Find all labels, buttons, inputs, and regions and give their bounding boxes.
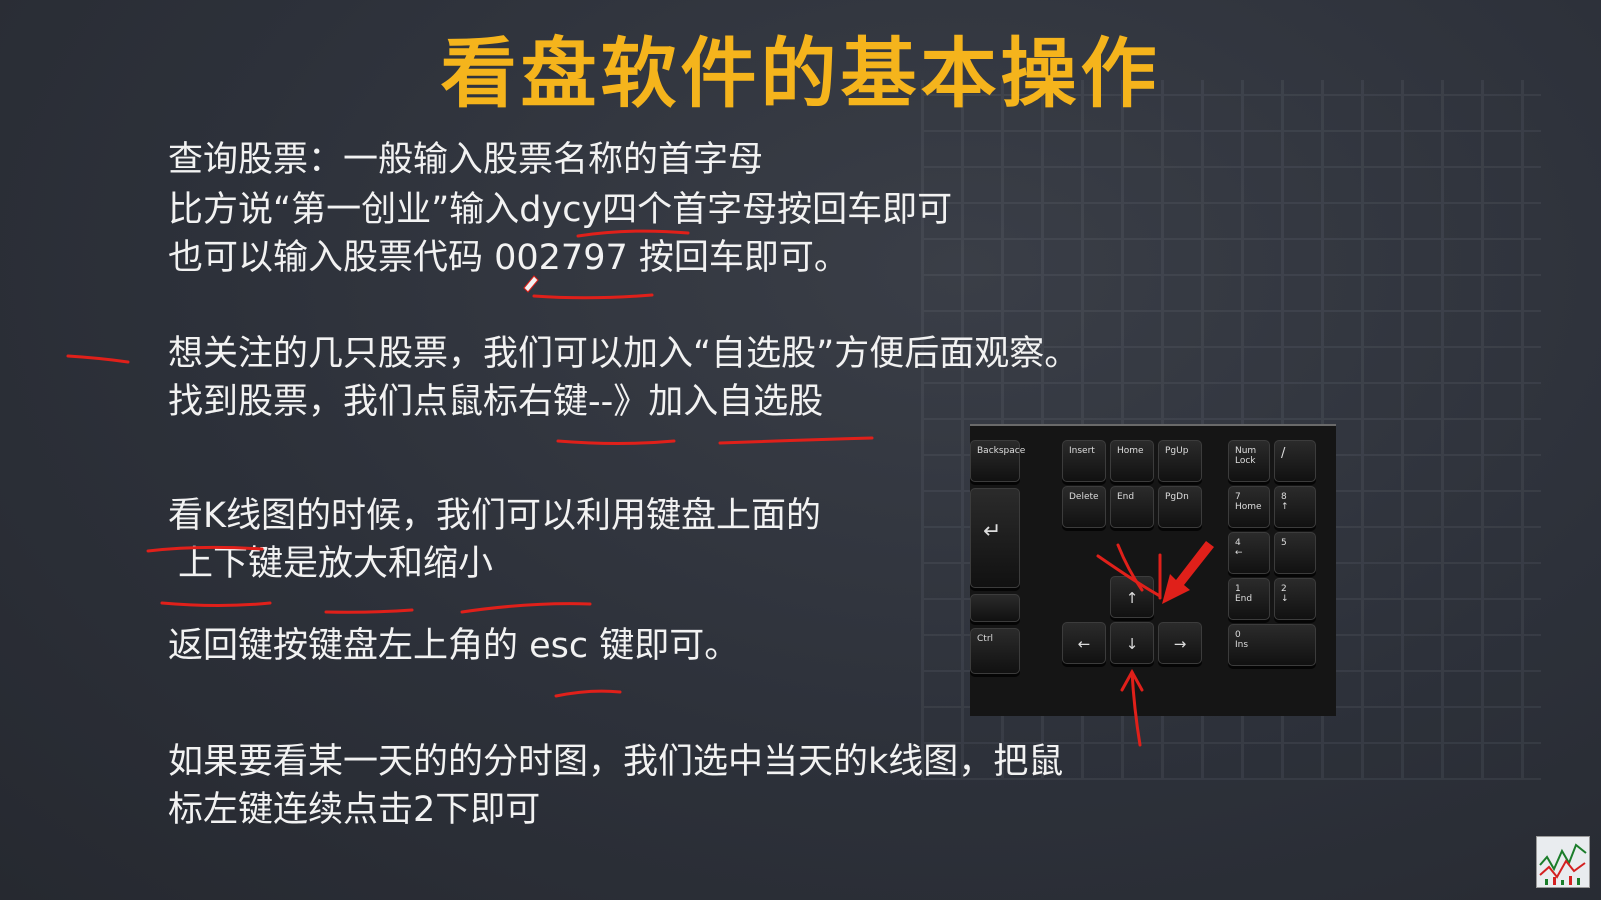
- text-line-1: 查询股票：一般输入股票名称的首字母: [168, 140, 764, 180]
- key-numpad-2-sub: ↓: [1281, 594, 1289, 604]
- text-line-4: 想关注的几只股票，我们可以加入“自选股”方便后面观察。: [168, 334, 1080, 374]
- key-numpad-7-sub: Home: [1235, 502, 1262, 512]
- key-numpad-8-main: 8: [1281, 492, 1287, 502]
- key-backspace: Backspace: [970, 440, 1025, 482]
- key-up-arrow: ↑: [1110, 576, 1154, 618]
- ink-underline-zoom-out: [460, 602, 592, 614]
- key-shift: [970, 594, 1020, 622]
- key-right-arrow: →: [1158, 622, 1202, 664]
- text-line-9: 如果要看某一天的的分时图，我们选中当天的k线图，把鼠: [168, 742, 1064, 782]
- key-numlock-line2: Lock: [1235, 456, 1256, 466]
- page-title: 看盘软件的基本操作: [440, 29, 1161, 118]
- key-home: Home: [1110, 440, 1154, 482]
- key-numpad-0-sub: Ins: [1235, 640, 1249, 650]
- key-numpad-0: 0 Ins: [1228, 624, 1316, 666]
- key-numpad-4-sub: ←: [1235, 548, 1243, 558]
- text-line-6: 看K线图的时候，我们可以利用键盘上面的: [168, 496, 821, 536]
- key-numpad-2-main: 2: [1281, 584, 1287, 594]
- key-numpad-7-main: 7: [1235, 492, 1241, 502]
- key-numpad-7: 7 Home: [1228, 486, 1270, 528]
- text-line-3: 也可以输入股票代码 002797 按回车即可。: [168, 238, 849, 278]
- key-numpad-1-sub: End: [1235, 594, 1253, 604]
- ink-underline-updown: [160, 601, 272, 607]
- key-numpad-8-sub: ↑: [1281, 502, 1289, 512]
- key-numpad-1-main: 1: [1235, 584, 1241, 594]
- ink-underline-add-watchlist: [718, 436, 874, 445]
- ink-underline-esc: [554, 689, 622, 698]
- ink-underline-zoom-in: [324, 608, 414, 614]
- text-line-5: 找到股票，我们点鼠标右键--》加入自选股: [168, 382, 824, 422]
- key-numpad-4: 4 ←: [1228, 532, 1270, 574]
- slide: 看盘软件的基本操作 查询股票：一般输入股票名称的首字母 比方说“第一创业”输入d…: [0, 0, 1601, 900]
- ink-dash-left: [66, 354, 130, 364]
- key-numpad-4-main: 4: [1235, 538, 1241, 548]
- ink-underline-code: [532, 293, 654, 300]
- key-numlock: Num Lock: [1228, 440, 1270, 482]
- key-numpad-slash: /: [1274, 440, 1316, 482]
- keyboard-photo: Backspace ↵ Ctrl Insert Home PgUp Delete…: [970, 424, 1336, 716]
- key-delete: Delete: [1062, 486, 1106, 528]
- key-ctrl: Ctrl: [970, 628, 1020, 674]
- ink-underline-right-click: [556, 439, 676, 445]
- text-line-10: 标左键连续点击2下即可: [168, 790, 541, 830]
- text-line-2: 比方说“第一创业”输入dycy四个首字母按回车即可: [168, 190, 953, 230]
- key-numpad-1: 1 End: [1228, 578, 1270, 620]
- key-numpad-2: 2 ↓: [1274, 578, 1316, 620]
- key-pgdn: PgDn: [1158, 486, 1202, 528]
- key-enter: ↵: [970, 488, 1020, 588]
- key-numlock-line1: Num: [1235, 446, 1257, 456]
- key-numpad-8: 8 ↑: [1274, 486, 1316, 528]
- key-insert: Insert: [1062, 440, 1106, 482]
- key-numpad-5: 5: [1274, 532, 1316, 574]
- key-pgup: PgUp: [1158, 440, 1202, 482]
- key-down-arrow: ↓: [1110, 622, 1154, 664]
- text-line-8: 返回键按键盘左上角的 esc 键即可。: [168, 626, 740, 666]
- key-left-arrow: ←: [1062, 622, 1106, 664]
- key-numpad-0-main: 0: [1235, 630, 1241, 640]
- key-end: End: [1110, 486, 1154, 528]
- text-line-7: 上下键是放大和缩小: [178, 544, 494, 584]
- logo-icon: [1536, 836, 1590, 888]
